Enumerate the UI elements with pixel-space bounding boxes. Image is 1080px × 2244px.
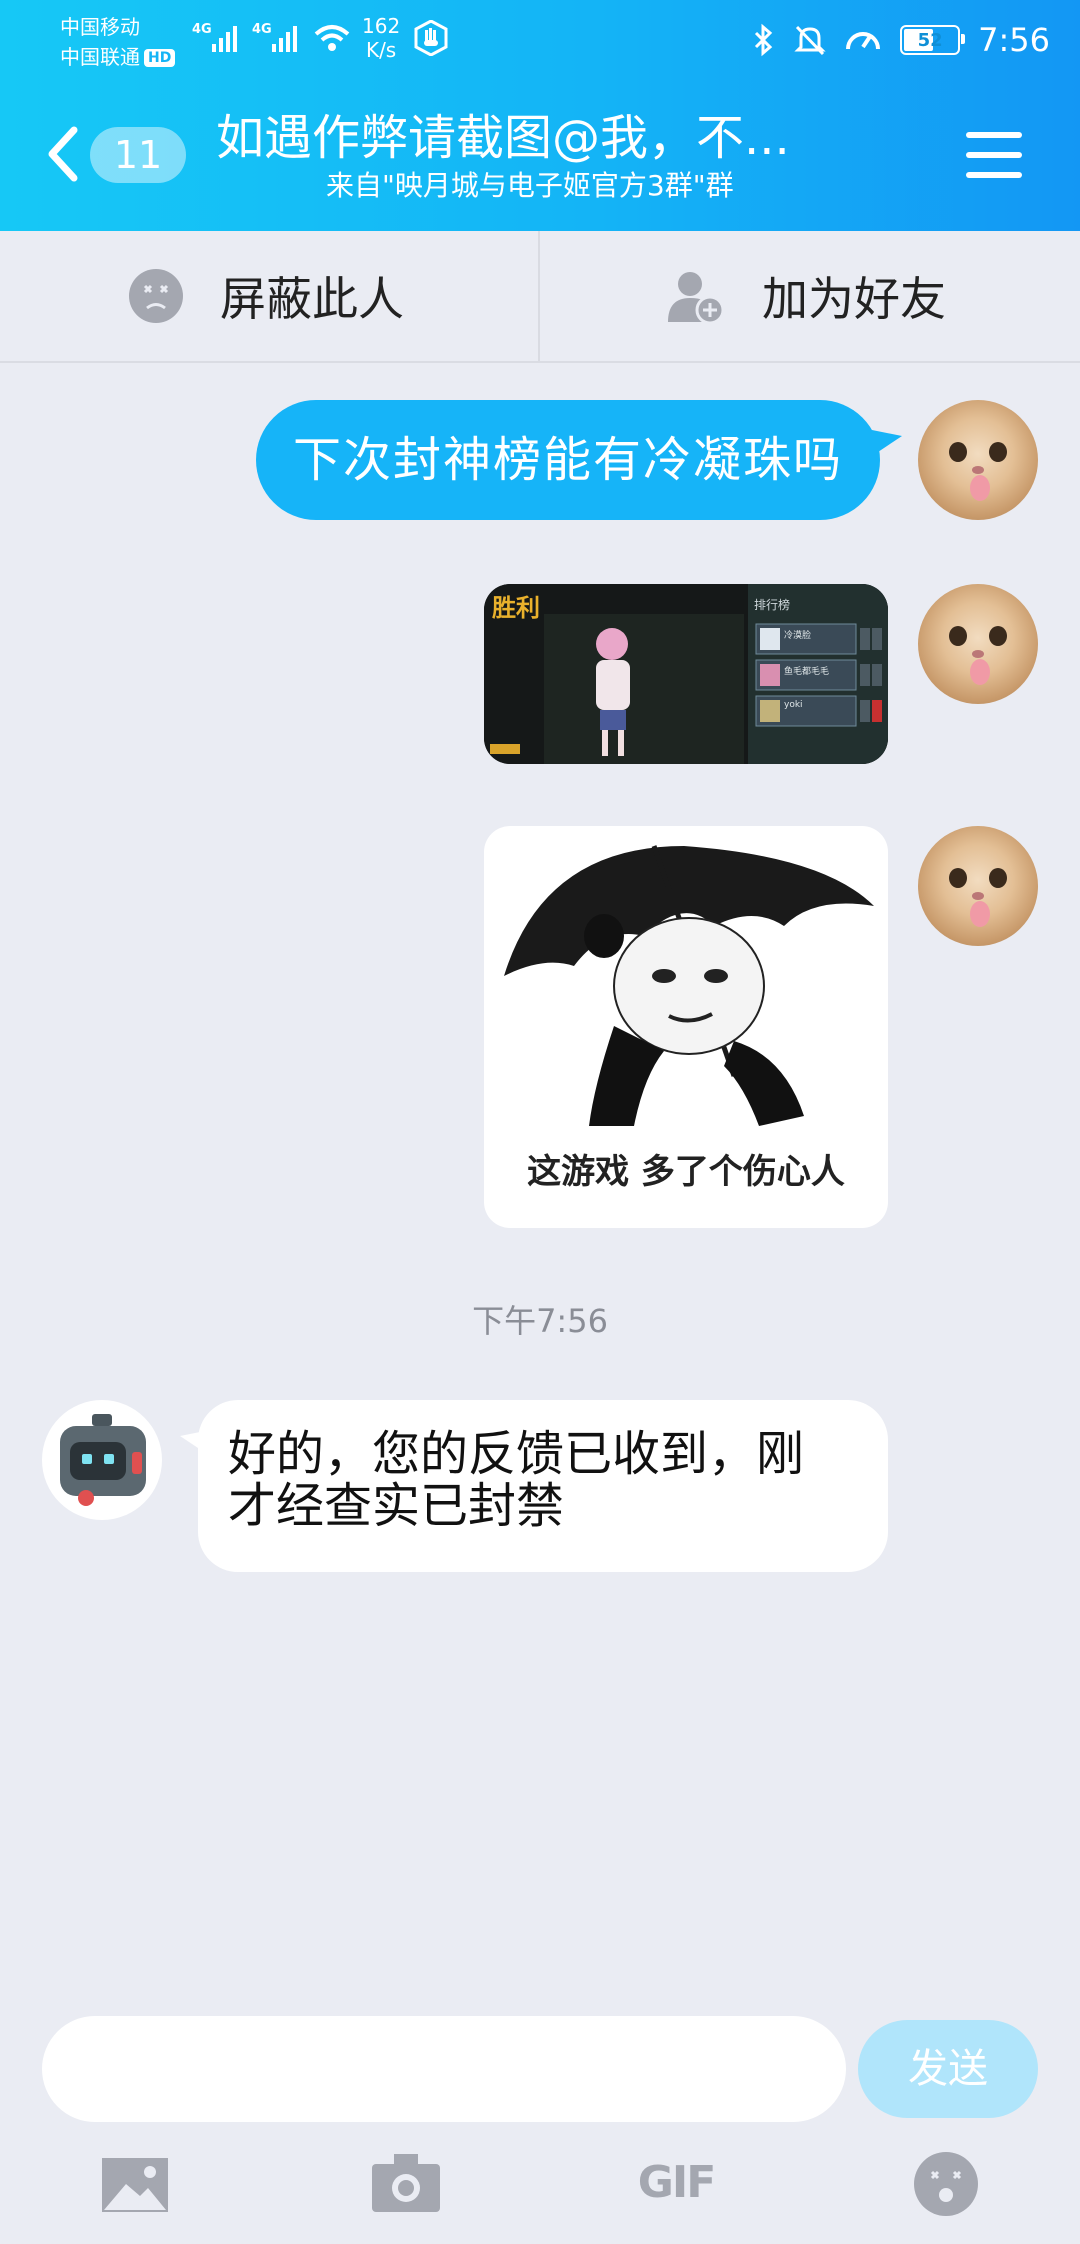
cat-face-icon [949, 442, 1007, 501]
gif-icon[interactable]: GIF [636, 2150, 717, 2216]
carrier-info: 中国移动 中国联通 HD [60, 12, 176, 72]
camera-icon[interactable] [370, 2150, 446, 2216]
blocked-face-icon [129, 269, 183, 323]
wifi-icon [314, 25, 350, 51]
signal-icon-2 [272, 26, 297, 52]
game-screenshot-image[interactable]: 胜利 排行榜 冷漠脸 鱼毛都毛毛 yoki [484, 584, 888, 764]
image-icon[interactable] [100, 2150, 176, 2216]
speedometer-icon [846, 32, 881, 50]
received-message-bubble[interactable]: 好的，您的反馈已收到，刚 才经查实已封禁 [198, 1400, 888, 1572]
send-button[interactable]: 发送 [858, 2020, 1038, 2118]
add-friend-button[interactable]: 加为好友 [666, 231, 946, 361]
player-name: 鱼毛都毛毛 [784, 667, 830, 677]
sticker-caption: 这游戏 多了个伤心人 [527, 1152, 845, 1192]
player-name: 冷漠脸 [784, 631, 812, 641]
chat-title: 如遇作弊请截图@我，不... [216, 110, 790, 166]
robot-icon [44, 1402, 160, 1518]
back-button[interactable] [44, 124, 84, 184]
status-right: 52 7:56 [752, 18, 1050, 62]
cat-face-icon [949, 626, 1007, 685]
menu-button[interactable] [966, 130, 1022, 180]
hand-icon [414, 20, 448, 56]
clock: 7:56 [978, 21, 1050, 59]
chat-subtitle: 来自"映月城与电子姬官方3群"群 [326, 169, 734, 202]
network-speed: 162 K/s [362, 14, 401, 62]
header: 中国移动 中国联通 HD 4G 4G 162 K/s 52 7:56 11 如遇… [0, 0, 1080, 231]
add-friend-label: 加为好友 [762, 272, 946, 326]
message-timestamp: 下午7:56 [472, 1302, 608, 1340]
my-avatar[interactable] [918, 584, 1038, 704]
unread-count-badge[interactable]: 11 [90, 127, 186, 183]
bluetooth-icon [755, 23, 773, 57]
block-user-button[interactable]: 屏蔽此人 [128, 231, 404, 361]
divider [538, 231, 540, 361]
action-bar: 屏蔽此人 加为好友 [0, 231, 1080, 363]
add-person-icon [668, 272, 725, 324]
mute-icon [794, 25, 826, 56]
sent-message-bubble[interactable]: 下次封神榜能有冷凝珠吗 [256, 400, 880, 520]
message-input[interactable] [42, 2016, 846, 2122]
battery-icon: 52 [900, 25, 966, 55]
reply-text-line-1: 好的，您的反馈已收到，刚 [228, 1426, 805, 1482]
my-avatar[interactable] [918, 826, 1038, 946]
reply-text-line-2: 才经查实已封禁 [228, 1478, 565, 1534]
emoji-icon[interactable] [912, 2150, 988, 2216]
sticker-image[interactable]: 这游戏 多了个伤心人 [484, 826, 888, 1228]
my-avatar[interactable] [918, 400, 1038, 520]
signal-icon [212, 26, 237, 52]
leaderboard-title: 排行榜 [754, 598, 791, 612]
victory-label: 胜利 [492, 594, 540, 622]
hd-badge: HD [144, 49, 176, 67]
block-user-label: 屏蔽此人 [220, 272, 404, 326]
cat-face-icon [949, 868, 1007, 927]
player-name: yoki [784, 700, 803, 710]
sender-avatar[interactable] [42, 1400, 162, 1520]
carrier-1: 中国移动 [60, 15, 140, 39]
carrier-2: 中国联通 [60, 45, 140, 69]
bubble-tail [872, 430, 902, 456]
